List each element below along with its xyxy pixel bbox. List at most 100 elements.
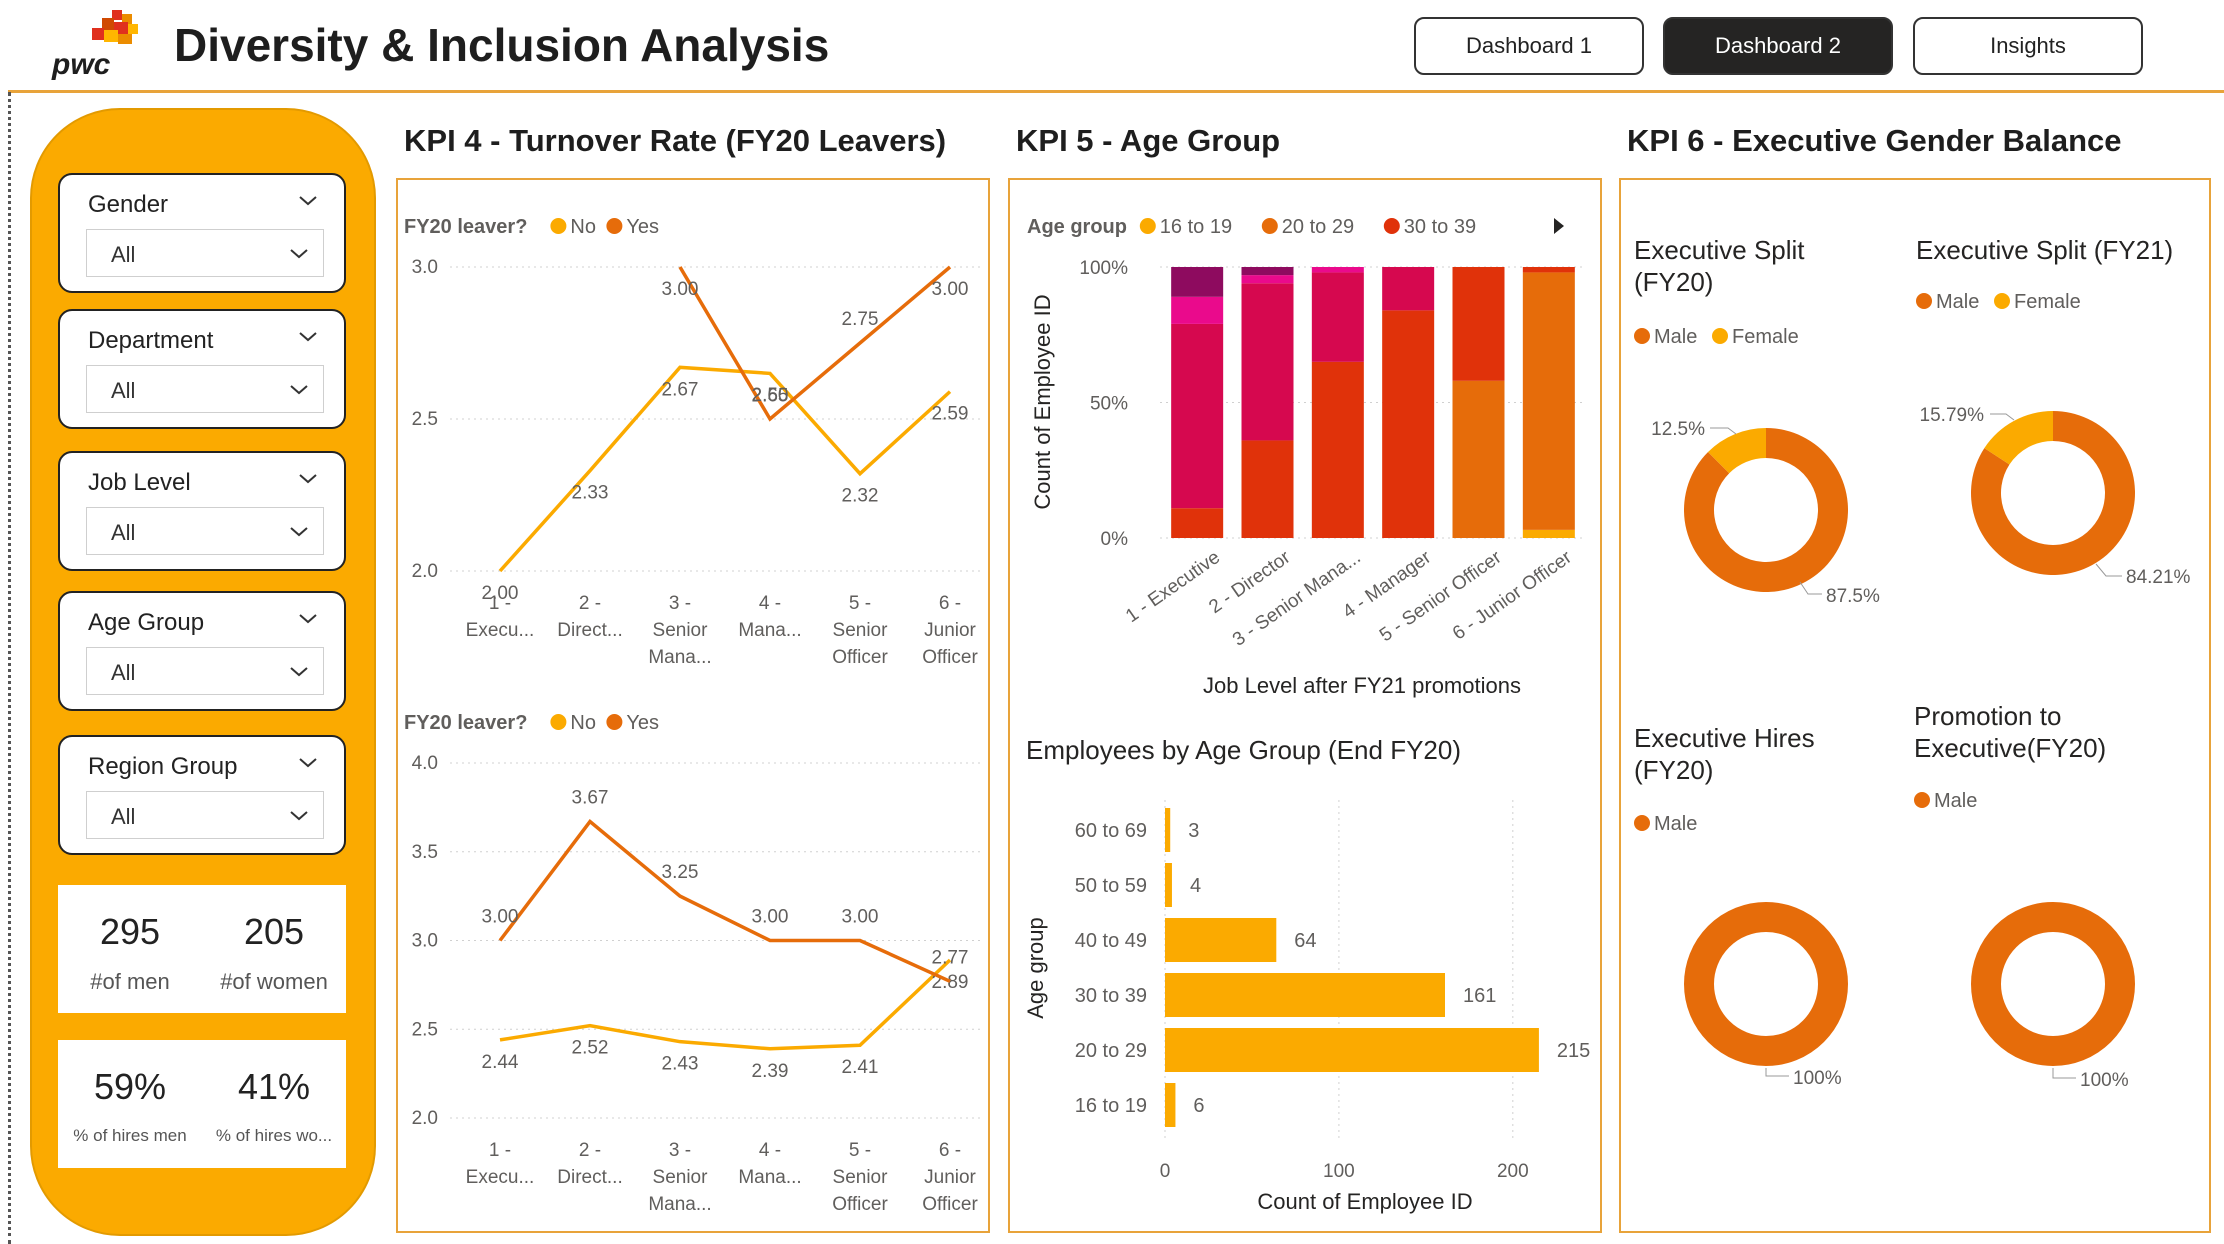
x-tick-label: Direct... <box>557 1167 622 1188</box>
donut-title: Promotion to <box>1914 701 2061 731</box>
data-label: 84.21% <box>2126 567 2191 588</box>
donut-title: Executive(FY20) <box>1914 733 2106 763</box>
x-tick-label: Mana... <box>648 1194 711 1215</box>
x-tick-label: 3 - <box>669 593 691 614</box>
legend-marker <box>1261 218 1278 234</box>
turnover-chart-2-legend-title: FY20 leaver? <box>404 712 527 734</box>
stack-segment <box>1241 440 1294 538</box>
legend-label: Yes <box>626 216 659 238</box>
data-label: 3.00 <box>842 907 879 928</box>
data-label: 2.33 <box>572 483 609 504</box>
x-tick-label: 1 - Executive <box>1122 547 1224 627</box>
age-bar <box>1165 918 1277 962</box>
series-line-no <box>499 958 952 1051</box>
stack-segment <box>1241 267 1294 276</box>
turnover-chart-1-legend-title: FY20 leaver? <box>404 216 527 238</box>
x-tick-label: Senior <box>833 620 889 641</box>
x-tick-label: Mana... <box>738 620 801 641</box>
x-tick-label: Senior <box>653 1167 709 1188</box>
legend-label: 20 to 29 <box>1282 216 1354 238</box>
data-label: 2.50 <box>752 385 789 406</box>
x-axis-title: Job Level after FY21 promotions <box>1203 673 1521 698</box>
y-axis-title: Count of Employee ID <box>1030 294 1055 509</box>
x-tick-label: Senior <box>653 620 709 641</box>
donut-title: Executive Split (FY21) <box>1916 235 2173 265</box>
stack-segment <box>1311 361 1364 538</box>
legend-label: Yes <box>626 712 659 734</box>
legend-marker <box>1634 815 1650 831</box>
x-tick-label: 3 - <box>669 1140 691 1161</box>
stack-segment <box>1382 310 1435 538</box>
data-label: 2.39 <box>752 1061 789 1082</box>
y-tick-label: 60 to 69 <box>1075 820 1147 842</box>
y-tick-label: 40 to 49 <box>1075 930 1147 952</box>
age-bar <box>1165 1028 1539 1072</box>
x-tick-label: 6 - Junior Officer <box>1449 547 1576 645</box>
x-tick-label: Senior <box>833 1167 889 1188</box>
x-tick-label: 6 - <box>939 1140 961 1161</box>
data-label: 3.25 <box>662 862 699 883</box>
stack-segment <box>1241 275 1294 284</box>
leader-line <box>1765 1068 1789 1077</box>
age-bar <box>1165 1083 1176 1127</box>
legend-label: Female <box>2014 291 2081 313</box>
x-tick-label: 5 - <box>849 1140 871 1161</box>
series-line-yes <box>678 265 952 422</box>
data-label: 64 <box>1294 930 1316 952</box>
y-tick-label: 50 to 59 <box>1075 875 1147 897</box>
legend-marker <box>606 714 623 730</box>
age-bar <box>1165 863 1172 907</box>
y-tick-label: 2.0 <box>412 1108 438 1129</box>
legend-next-icon <box>1554 218 1564 234</box>
legend-marker <box>1383 218 1400 234</box>
legend-label: Male <box>1934 790 1977 812</box>
stack-segment <box>1382 267 1435 311</box>
leader-line <box>1990 413 2015 421</box>
x-tick-label: 2 - <box>579 1140 601 1161</box>
x-tick-label: Direct... <box>557 620 622 641</box>
legend-marker <box>550 714 567 730</box>
data-label: 3.00 <box>932 279 969 300</box>
stack-segment <box>1171 267 1224 297</box>
x-tick-label: 200 <box>1497 1161 1529 1182</box>
legend-label: Male <box>1654 326 1697 348</box>
data-label: 3.00 <box>662 279 699 300</box>
data-label: 161 <box>1463 985 1496 1007</box>
y-tick-label: 0% <box>1101 529 1129 550</box>
legend-marker <box>1994 293 2010 309</box>
data-label: 2.52 <box>572 1038 609 1059</box>
data-label: 2.44 <box>482 1052 519 1073</box>
x-tick-label: 4 - <box>759 1140 781 1161</box>
y-tick-label: 100% <box>1079 258 1128 279</box>
x-tick-label: Officer <box>832 647 888 668</box>
leader-line <box>2052 1068 2076 1079</box>
legend-marker <box>1634 328 1650 344</box>
data-label: 2.41 <box>842 1057 879 1078</box>
y-axis-title: Age group <box>1023 917 1048 1019</box>
x-tick-label: Execu... <box>466 620 535 641</box>
stack-segment <box>1171 296 1224 324</box>
y-tick-label: 3.5 <box>412 842 438 863</box>
data-label: 2.75 <box>842 309 879 330</box>
y-tick-label: 2.5 <box>412 1019 438 1040</box>
x-tick-label: Mana... <box>738 1167 801 1188</box>
donut-slice <box>1971 902 2135 1066</box>
legend-label: Male <box>1654 813 1697 835</box>
y-tick-label: 16 to 19 <box>1075 1095 1147 1117</box>
stack-segment <box>1522 267 1575 273</box>
data-label: 100% <box>1793 1068 1842 1089</box>
series-line-yes <box>498 819 951 983</box>
donut-slice <box>1684 902 1848 1066</box>
donut-title: Executive Split <box>1634 235 1805 265</box>
stack-segment <box>1311 272 1364 362</box>
legend-marker <box>1916 293 1932 309</box>
data-label: 2.59 <box>932 404 969 425</box>
x-tick-label: 5 - <box>849 593 871 614</box>
donut-title: Executive Hires <box>1634 723 1815 753</box>
legend-marker <box>1139 218 1156 234</box>
x-tick-label: 1 - <box>489 1140 511 1161</box>
y-tick-label: 2.5 <box>412 409 438 430</box>
data-label: 3.67 <box>572 788 609 809</box>
age-bar <box>1165 973 1445 1017</box>
stack-segment <box>1522 272 1575 530</box>
